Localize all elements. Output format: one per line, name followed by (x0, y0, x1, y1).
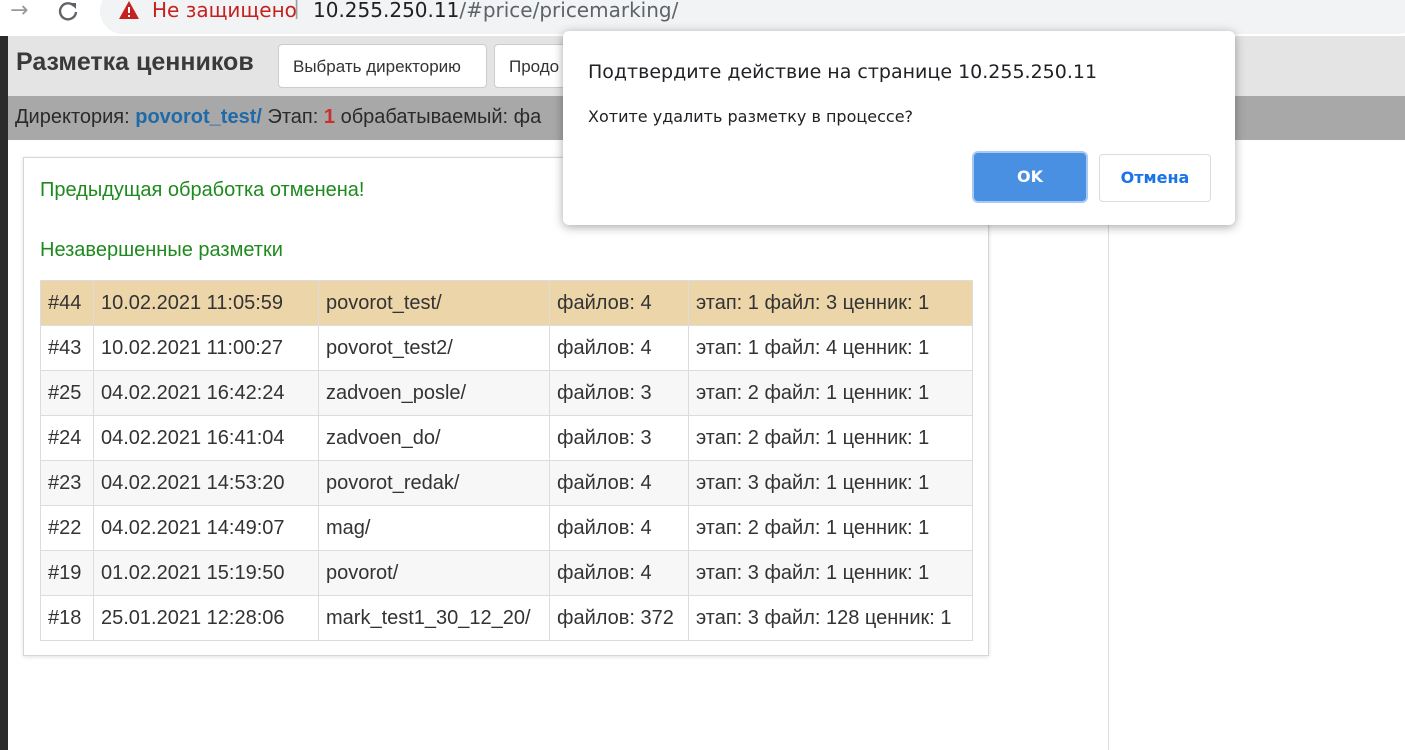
cell-id: #44 (40, 280, 94, 326)
cell-id: #23 (40, 460, 94, 506)
stage-label: Этап: (267, 106, 319, 128)
status-text: Директория: povorot_test/ Этап: 1 обраба… (15, 106, 541, 129)
security-label[interactable]: Не защищено (152, 0, 297, 22)
cell-files: файлов: 3 (549, 370, 689, 416)
cell-directory: zadvoen_posle/ (318, 370, 550, 416)
cell-files: файлов: 3 (549, 415, 689, 461)
cell-id: #22 (40, 505, 94, 551)
unfinished-markings-panel: Предыдущая обработка отменена! Незаверше… (23, 157, 989, 656)
cell-progress: этап: 3 файл: 128 ценник: 1 (688, 595, 973, 641)
reload-icon[interactable] (57, 0, 79, 27)
cell-date: 04.02.2021 14:53:20 (93, 460, 319, 506)
cell-directory: povorot_redak/ (318, 460, 550, 506)
cell-id: #43 (40, 325, 94, 371)
page-title: Разметка ценников (16, 48, 254, 76)
cell-id: #18 (40, 595, 94, 641)
table-row[interactable]: #22 04.02.2021 14:49:07 mag/файлов: 4 этап:… (40, 505, 973, 551)
cell-files: файлов: 4 (549, 550, 689, 596)
cell-date: 04.02.2021 16:42:24 (93, 370, 319, 416)
url-text[interactable]: 10.255.250.11/#price/pricemarking/ (313, 0, 678, 22)
url-host: 10.255.250.11 (313, 0, 460, 22)
cell-id: #19 (40, 550, 94, 596)
url-path: /#price/pricemarking/ (459, 0, 679, 22)
directory-value: povorot_test/ (135, 106, 262, 128)
cell-directory: povorot_test2/ (318, 325, 550, 371)
cell-directory: mark_test1_30_12_20/ (318, 595, 550, 641)
cell-progress: этап: 2 файл: 1 ценник: 1 (688, 415, 973, 461)
table-row[interactable]: #43 10.02.2021 11:00:27 povorot_test2/файл… (40, 325, 973, 371)
table-row[interactable]: #44 10.02.2021 11:05:59 povorot_test/файло… (40, 280, 973, 326)
ok-button[interactable]: OK (974, 153, 1086, 201)
continue-button[interactable]: Продо (494, 44, 574, 88)
unfinished-markings-table: #44 10.02.2021 11:05:59 povorot_test/файло… (40, 280, 973, 641)
column-divider (1108, 140, 1109, 750)
cell-date: 10.02.2021 11:05:59 (93, 280, 319, 326)
dialog-title: Подтвердите действие на странице 10.255.… (588, 61, 1098, 83)
cell-files: файлов: 4 (549, 505, 689, 551)
table-row[interactable]: #24 04.02.2021 16:41:04 zadvoen_do/файлов:… (40, 415, 973, 461)
cell-progress: этап: 2 файл: 1 ценник: 1 (688, 505, 973, 551)
cell-files: файлов: 4 (549, 325, 689, 371)
cell-progress: этап: 2 файл: 1 ценник: 1 (688, 370, 973, 416)
directory-label: Директория: (15, 106, 130, 128)
cell-date: 01.02.2021 15:19:50 (93, 550, 319, 596)
confirm-dialog: Подтвердите действие на странице 10.255.… (563, 31, 1235, 225)
arrow-right-icon[interactable]: → (10, 0, 28, 22)
cell-date: 04.02.2021 14:49:07 (93, 505, 319, 551)
left-edge (0, 36, 8, 750)
table-row[interactable]: #19 01.02.2021 15:19:50 povorot/файлов: 4э… (40, 550, 973, 596)
url-separator: | (294, 0, 300, 20)
table-row[interactable]: #25 04.02.2021 16:42:24 zadvoen_posle/файл… (40, 370, 973, 416)
table-row[interactable]: #18 25.01.2021 12:28:06 mark_test1_30_12_2… (40, 595, 973, 641)
cell-id: #25 (40, 370, 94, 416)
dialog-message: Хотите удалить разметку в процессе? (588, 107, 914, 126)
cell-progress: этап: 3 файл: 1 ценник: 1 (688, 460, 973, 506)
cell-files: файлов: 372 (549, 595, 689, 641)
warning-icon[interactable] (118, 0, 140, 25)
unfinished-heading: Незавершенные разметки (40, 239, 283, 261)
cell-progress: этап: 1 файл: 3 ценник: 1 (688, 280, 973, 326)
select-directory-button[interactable]: Выбрать директорию (278, 44, 487, 88)
cell-progress: этап: 1 файл: 4 ценник: 1 (688, 325, 973, 371)
cell-date: 10.02.2021 11:00:27 (93, 325, 319, 371)
cell-files: файлов: 4 (549, 460, 689, 506)
cell-id: #24 (40, 415, 94, 461)
cancelled-message: Предыдущая обработка отменена! (40, 179, 365, 201)
cell-date: 25.01.2021 12:28:06 (93, 595, 319, 641)
cell-directory: povorot/ (318, 550, 550, 596)
cancel-button[interactable]: Отмена (1099, 154, 1211, 202)
cell-directory: povorot_test/ (318, 280, 550, 326)
cell-directory: zadvoen_do/ (318, 415, 550, 461)
table-row[interactable]: #23 04.02.2021 14:53:20 povorot_redak/файл… (40, 460, 973, 506)
cell-directory: mag/ (318, 505, 550, 551)
cell-progress: этап: 3 файл: 1 ценник: 1 (688, 550, 973, 596)
processing-label: обрабатываемый: фа (340, 106, 542, 128)
stage-value: 1 (323, 106, 336, 128)
cell-files: файлов: 4 (549, 280, 689, 326)
cell-date: 04.02.2021 16:41:04 (93, 415, 319, 461)
